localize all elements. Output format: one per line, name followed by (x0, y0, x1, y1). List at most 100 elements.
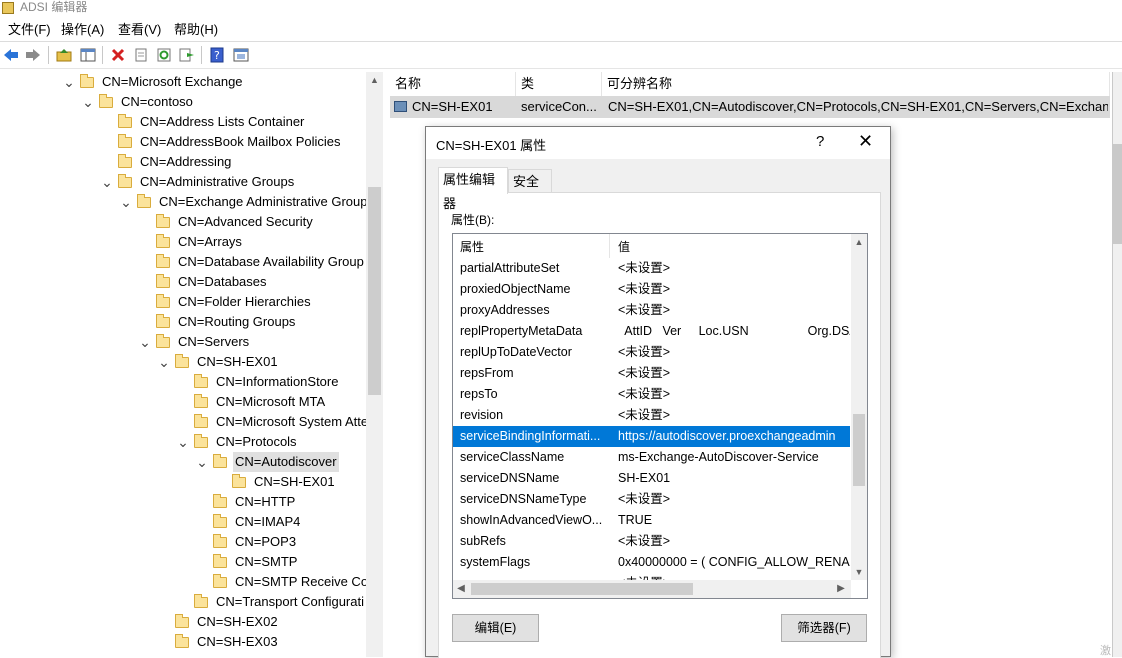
chevron-down-icon[interactable]: ⌄ (81, 95, 95, 109)
scroll-right-arrow-icon[interactable]: ▶ (833, 580, 849, 598)
right-pane-tab[interactable] (1113, 144, 1122, 244)
delete-icon[interactable] (109, 46, 127, 64)
tree-node[interactable]: CN=Folder Hierarchies (138, 292, 313, 312)
tree-scrollbar[interactable]: ▲ (366, 72, 383, 657)
forward-arrow-icon[interactable] (24, 46, 42, 64)
column-header-class[interactable]: 类 (516, 72, 602, 96)
refresh-icon[interactable] (155, 46, 173, 64)
tree-node[interactable]: CN=Microsoft MTA (176, 392, 327, 412)
attribute-row[interactable]: serviceBindingInformati... https://autodi… (453, 426, 850, 447)
tree-node[interactable]: ⌄ CN=Exchange Administrative Group (119, 192, 369, 212)
scroll-up-arrow-icon[interactable]: ▲ (366, 72, 383, 89)
tree-node[interactable]: CN=HTTP (195, 492, 297, 512)
chevron-down-icon[interactable]: ⌄ (176, 435, 190, 449)
show-hide-tree-icon[interactable] (79, 46, 97, 64)
attribute-row[interactable]: serviceDNSNameType <未设置> (453, 489, 850, 510)
tree-node[interactable]: CN=Databases (138, 272, 269, 292)
folder-icon (175, 353, 189, 368)
attribute-row[interactable]: revision <未设置> (453, 405, 850, 426)
tree-node[interactable]: CN=SH-EX02 (157, 612, 280, 632)
attribute-row[interactable]: showInAdvancedViewO... TRUE (453, 510, 850, 531)
list-item[interactable]: CN=SH-EX01 serviceCon... CN=SH-EX01,CN=A… (390, 96, 1110, 118)
attribute-row[interactable]: replUpToDateVector <未设置> (453, 342, 850, 363)
menu-file[interactable]: 文件(F) (8, 21, 51, 39)
tree-node[interactable]: CN=Arrays (138, 232, 244, 252)
tab-security[interactable]: 安全 (508, 169, 552, 193)
properties-dialog: CN=SH-EX01 属性 ? ✕ 属性编辑器 安全 属性(B): 属性 值 p… (425, 126, 891, 658)
tree-node[interactable]: CN=IMAP4 (195, 512, 302, 532)
export-icon[interactable] (178, 46, 196, 64)
chevron-down-icon[interactable]: ⌄ (157, 355, 171, 369)
chevron-down-icon[interactable]: ⌄ (100, 175, 114, 189)
tree-node[interactable]: CN=AddressBook Mailbox Policies (100, 132, 343, 152)
tree-node[interactable]: ⌄ CN=Servers (138, 332, 251, 352)
scroll-up-arrow-icon[interactable]: ▲ (851, 234, 867, 250)
attribute-row[interactable]: serviceDNSName SH-EX01 (453, 468, 850, 489)
tree-node[interactable]: ⌄ CN=contoso (81, 92, 195, 112)
grid-header-value[interactable]: 值 (618, 238, 630, 255)
grid-header-attribute[interactable]: 属性 (460, 238, 484, 255)
tab-attribute-editor[interactable]: 属性编辑器 (438, 167, 508, 211)
menu-action[interactable]: 操作(A) (61, 21, 104, 39)
menu-help[interactable]: 帮助(H) (174, 21, 218, 39)
attribute-row[interactable]: subRefs <未设置> (453, 531, 850, 552)
folder-icon (137, 193, 151, 208)
tree-node[interactable]: CN=POP3 (195, 532, 298, 552)
activation-watermark: 激 (1100, 645, 1111, 657)
tree-node[interactable]: CN=Advanced Security (138, 212, 315, 232)
grid-vertical-scrollbar[interactable]: ▲ ▼ (851, 234, 867, 580)
menu-view[interactable]: 查看(V) (118, 21, 161, 39)
attribute-value: <未设置> (618, 408, 671, 422)
grid-horizontal-scrollbar[interactable]: ◀ ▶ (453, 580, 851, 598)
help-icon[interactable]: ? (208, 46, 226, 64)
attribute-row[interactable]: serviceClassName ms-Exchange-AutoDiscover… (453, 447, 850, 468)
tree-node[interactable]: ⌄ CN=Protocols (176, 432, 299, 452)
attribute-row[interactable]: proxiedObjectName <未设置> (453, 279, 850, 300)
chevron-down-icon[interactable]: ⌄ (138, 335, 152, 349)
attributes-label: 属性(B): (451, 213, 495, 227)
chevron-down-icon[interactable]: ⌄ (62, 75, 76, 89)
chevron-down-icon[interactable]: ⌄ (195, 455, 209, 469)
attribute-row[interactable]: replPropertyMetaData AttID Ver Loc.USN O… (453, 321, 850, 342)
attribute-row[interactable]: systemFlags 0x40000000 = ( CONFIG_ALLOW_R… (453, 552, 850, 573)
filter-button[interactable]: 筛选器(F) (781, 614, 867, 642)
attribute-grid[interactable]: 属性 值 partialAttributeSet <未设置> proxiedObje… (452, 233, 868, 599)
tree-node[interactable]: CN=Routing Groups (138, 312, 297, 332)
folder-icon (156, 313, 170, 328)
tree-node[interactable]: CN=SMTP (195, 552, 299, 572)
tree-node[interactable]: ⌄ CN=Administrative Groups (100, 172, 296, 192)
up-folder-icon[interactable] (55, 46, 73, 64)
tree-node[interactable]: ⌄ CN=Autodiscover (195, 452, 339, 472)
tree-node[interactable]: CN=Database Availability Group (138, 252, 366, 272)
attribute-row[interactable]: repsTo <未设置> (453, 384, 850, 405)
tree-node[interactable]: CN=SH-EX01 (214, 472, 337, 492)
tree-node[interactable]: CN=Transport Configurati (176, 592, 366, 612)
back-arrow-icon[interactable] (2, 46, 20, 64)
attribute-row[interactable]: partialAttributeSet <未设置> (453, 258, 850, 279)
scroll-down-arrow-icon[interactable]: ▼ (851, 564, 867, 580)
chevron-down-icon[interactable]: ⌄ (119, 195, 133, 209)
attribute-name: serviceDNSNameType (460, 492, 587, 506)
tree-view[interactable]: ⌄ CN=Microsoft Exchange ⌄ CN=contoso CN=Addr… (0, 72, 383, 657)
tree-node[interactable]: CN=SH-EX03 (157, 632, 280, 652)
tree-node[interactable]: ⌄ CN=Microsoft Exchange (62, 72, 245, 92)
tree-node[interactable]: CN=SMTP Receive Cor (195, 572, 374, 592)
tree-node[interactable]: CN=Address Lists Container (100, 112, 306, 132)
properties-icon[interactable] (132, 46, 150, 64)
tree-node[interactable]: CN=Microsoft System Atte (176, 412, 370, 432)
edit-button[interactable]: 编辑(E) (452, 614, 539, 642)
column-header-dn[interactable]: 可分辨名称 (602, 72, 1110, 96)
close-icon[interactable]: ✕ (858, 131, 873, 152)
attribute-row[interactable]: repsFrom <未设置> (453, 363, 850, 384)
scroll-left-arrow-icon[interactable]: ◀ (453, 580, 469, 598)
help-icon[interactable]: ? (816, 133, 824, 150)
view-icon[interactable] (232, 46, 250, 64)
tree-scrollbar-thumb[interactable] (368, 187, 381, 395)
column-header-name[interactable]: 名称 (390, 72, 516, 96)
tree-node[interactable]: ⌄ CN=SH-EX01 (157, 352, 280, 372)
grid-vscroll-thumb[interactable] (853, 414, 865, 486)
tree-node[interactable]: CN=Addressing (100, 152, 233, 172)
grid-hscroll-thumb[interactable] (471, 583, 693, 595)
attribute-row[interactable]: proxyAddresses <未设置> (453, 300, 850, 321)
tree-node[interactable]: CN=InformationStore (176, 372, 340, 392)
